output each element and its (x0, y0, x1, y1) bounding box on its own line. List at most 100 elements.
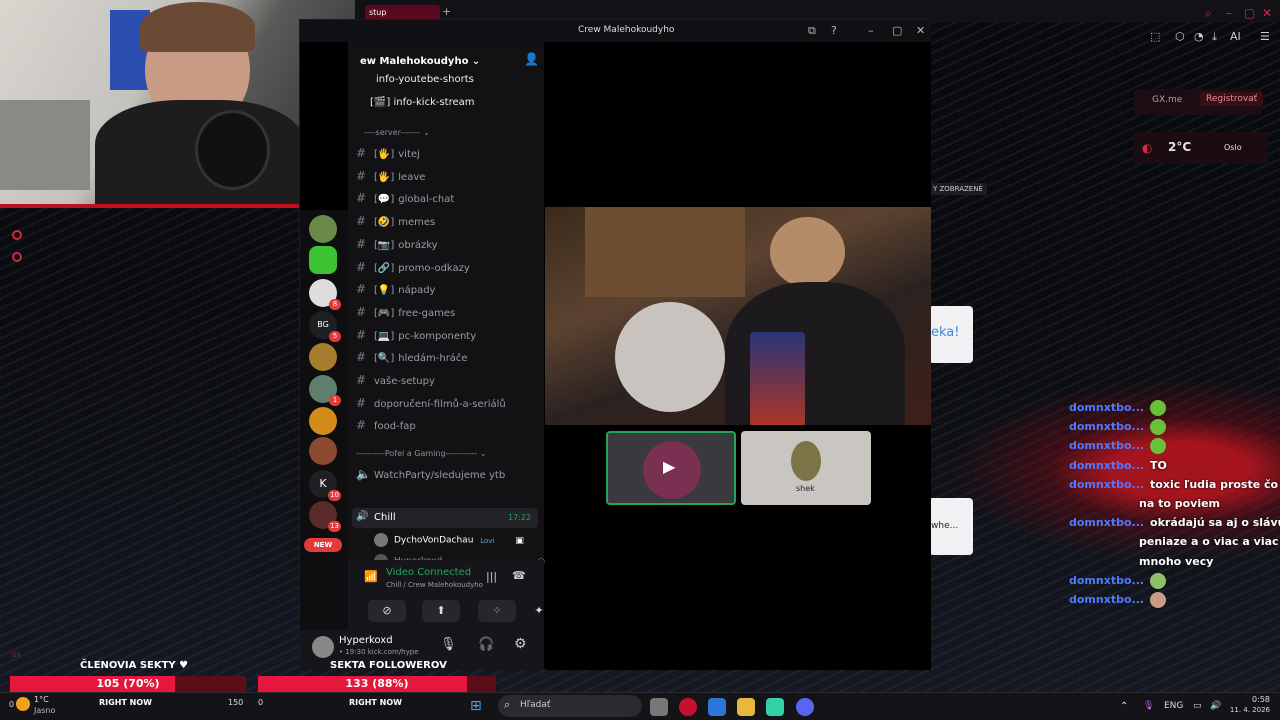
new-tab-plus-icon[interactable]: + (442, 5, 451, 18)
minimize-icon[interactable]: – (868, 24, 874, 37)
category-server[interactable]: ----server------- ⌄ (364, 128, 430, 137)
ai-button[interactable]: AI (1230, 30, 1241, 43)
extensions-icon[interactable]: ⬡ (1175, 30, 1185, 43)
chat-username[interactable]: domnxtbo... (1069, 420, 1144, 433)
participant-tile[interactable]: ▶ (606, 431, 736, 505)
channel-item[interactable]: # [🖐] vitej (356, 146, 420, 160)
server-icon[interactable]: BG 5 (309, 311, 341, 342)
settings-icon[interactable]: ⚙ (514, 636, 527, 652)
channel-item[interactable]: # [💻] pc-komponenty (356, 328, 476, 342)
register-button[interactable]: Registrovať (1200, 92, 1264, 106)
channel-item[interactable]: # [🎮] free-games (356, 305, 455, 319)
chat-username[interactable]: domnxtbo... (1069, 516, 1144, 529)
microphone-icon[interactable]: 🎙 (1143, 701, 1154, 711)
server-icon[interactable] (309, 215, 337, 243)
unread-badge: 13 (328, 521, 341, 532)
goal-caption: RIGHT NOW (349, 698, 402, 707)
server-icon[interactable] (309, 437, 337, 465)
minimize-icon[interactable]: – (1226, 6, 1232, 20)
inbox-icon[interactable]: ⧉ (808, 24, 816, 38)
avatar[interactable] (312, 636, 334, 658)
voice-user[interactable]: DychoVonDachau Lovi ▣ (374, 533, 524, 547)
opera-gx-icon[interactable] (679, 698, 697, 716)
voice-timer: 17:22 (508, 513, 532, 522)
server-icon[interactable] (309, 343, 337, 371)
channel-item[interactable]: # [💬] global-chat (356, 191, 454, 205)
ad-text: eka! (931, 325, 960, 340)
start-icon[interactable]: ⊞ (470, 698, 482, 714)
voice-channel-chill[interactable]: 🔊 Chill 17:22 (352, 508, 538, 528)
channel-info-kick-stream[interactable]: [🎬] info-kick-stream (370, 97, 475, 108)
screen-share-button[interactable]: ⬆ (422, 600, 460, 622)
add-member-icon[interactable]: 👤 (524, 52, 539, 66)
activities-button[interactable]: ⁘ (478, 600, 516, 622)
server-icon[interactable] (309, 246, 337, 274)
channel-item[interactable]: # [💡] nápady (356, 282, 435, 296)
network-icon[interactable]: ▭ (1193, 701, 1202, 711)
language-indicator[interactable]: ENG (1164, 701, 1183, 711)
close-icon[interactable]: ✕ (1262, 6, 1272, 20)
ad-card-2[interactable]: whe... (929, 498, 973, 555)
participant-tile[interactable]: shek (741, 431, 871, 505)
profile-icon[interactable]: ◔ (1194, 30, 1204, 43)
search-icon[interactable]: ⌕ (1205, 6, 1212, 21)
server-icon[interactable]: 8 (309, 279, 341, 310)
voice-location[interactable]: Chill / Crew Malehokoudyho (386, 581, 483, 589)
main-video-feed[interactable] (545, 207, 931, 425)
channel-item[interactable]: # [🔗] promo-odkazy (356, 260, 470, 274)
new-badge[interactable]: NEW (304, 538, 342, 552)
channel-item[interactable]: # [🤣] memes (356, 214, 435, 228)
clock-date[interactable]: 11. 4. 2026 (1222, 706, 1270, 714)
server-icon[interactable]: 1 (309, 375, 341, 406)
chat-username[interactable]: domnxtbo... (1069, 439, 1144, 452)
mail-icon[interactable] (708, 698, 726, 716)
channel-item[interactable]: # food-fap (356, 418, 416, 432)
server-icon[interactable]: 13 (309, 501, 341, 532)
effects-button[interactable]: ✦ (534, 600, 544, 622)
close-icon[interactable]: ✕ (916, 24, 925, 37)
disconnect-icon[interactable]: ☎ (512, 569, 526, 582)
channel-item[interactable]: # doporučení-filmů-a-seriálů (356, 396, 506, 410)
volume-icon[interactable]: 🔊 (1210, 701, 1221, 711)
server-icon[interactable] (309, 407, 337, 435)
microphone-icon[interactable]: 🎙 (440, 637, 457, 652)
voice-channel-watchparty[interactable]: 🔈 WatchParty/sledujeme ytb (356, 467, 505, 481)
sidebar-dot-icon[interactable] (12, 230, 22, 240)
discord-icon[interactable] (796, 698, 814, 716)
chat-username[interactable]: domnxtbo... (1069, 459, 1144, 472)
channel-item[interactable]: # [📷] obrázky (356, 237, 438, 251)
snapshot-icon[interactable]: ⬚ (1150, 30, 1160, 43)
voice-label: Chill (374, 512, 396, 523)
my-username[interactable]: Hyperkoxd (339, 635, 393, 646)
channel-info-youtube-shorts[interactable]: info-youtebe-shorts (376, 74, 474, 85)
maximize-icon[interactable]: ▢ (892, 24, 902, 37)
channel-item[interactable]: # [🔍] hledám-hráče (356, 350, 468, 364)
app-icon[interactable] (766, 698, 784, 716)
category-gaming[interactable]: ----------Pofel a Gaming----------- ⌄ (356, 449, 487, 458)
gx-me-link[interactable]: GX.me (1152, 95, 1182, 105)
channel-item[interactable]: # [🖐] leave (356, 169, 425, 183)
soundboard-icon[interactable]: ||| (486, 570, 497, 583)
chat-username[interactable]: domnxtbo... (1069, 478, 1144, 491)
channel-item[interactable]: # vaše-setupy (356, 373, 435, 387)
chat-username[interactable]: domnxtbo... (1069, 593, 1144, 606)
clock-time[interactable]: 0:58 (1226, 695, 1270, 704)
file-explorer-icon[interactable] (737, 698, 755, 716)
channel-emoji: [💡] (374, 285, 395, 297)
camera-off-button[interactable]: ⊘ (368, 600, 406, 622)
server-icon[interactable]: K 10 (309, 470, 341, 501)
task-view-icon[interactable] (650, 698, 668, 716)
download-icon[interactable]: ⤓ (1212, 30, 1217, 44)
chat-username[interactable]: domnxtbo... (1069, 574, 1144, 587)
headphones-icon[interactable]: 🎧 (478, 637, 494, 652)
chat-username[interactable]: domnxtbo... (1069, 401, 1144, 414)
search-box[interactable]: ⌕ Hľadať (498, 695, 642, 717)
menu-icon[interactable]: ☰ (1260, 30, 1270, 43)
maximize-icon[interactable]: ▢ (1244, 6, 1255, 20)
tray-chevron-icon[interactable]: ⌃ (1120, 701, 1128, 712)
server-name[interactable]: ew Malehokoudyho ⌄ (360, 56, 480, 67)
voice-status: Video Connected (386, 567, 472, 578)
help-icon[interactable]: ? (831, 24, 837, 37)
ad-card[interactable]: eka! (929, 306, 973, 363)
sidebar-gear-icon[interactable] (12, 252, 22, 262)
